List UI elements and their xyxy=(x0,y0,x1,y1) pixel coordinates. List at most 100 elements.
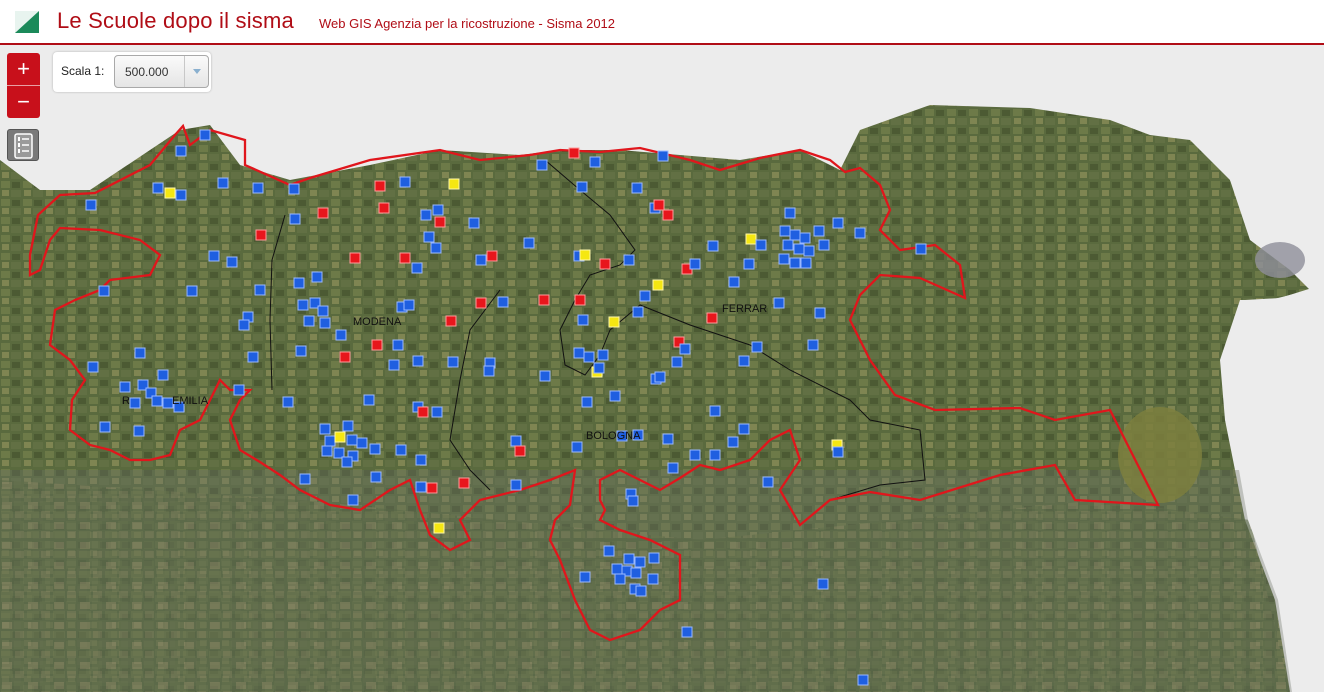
school-marker-blue[interactable] xyxy=(536,159,548,171)
school-marker-red[interactable] xyxy=(458,477,470,489)
school-marker-blue[interactable] xyxy=(709,405,721,417)
school-marker-blue[interactable] xyxy=(579,571,591,583)
school-marker-blue[interactable] xyxy=(773,297,785,309)
school-marker-red[interactable] xyxy=(662,209,674,221)
school-marker-red[interactable] xyxy=(349,252,361,264)
school-marker-blue[interactable] xyxy=(282,396,294,408)
school-marker-blue[interactable] xyxy=(186,285,198,297)
school-marker-blue[interactable] xyxy=(738,423,750,435)
school-marker-blue[interactable] xyxy=(571,441,583,453)
school-marker-blue[interactable] xyxy=(363,394,375,406)
school-marker-red[interactable] xyxy=(574,294,586,306)
school-marker-blue[interactable] xyxy=(583,351,595,363)
school-marker-blue[interactable] xyxy=(134,347,146,359)
school-marker-blue[interactable] xyxy=(252,182,264,194)
school-marker-red[interactable] xyxy=(426,482,438,494)
school-marker-blue[interactable] xyxy=(293,277,305,289)
school-marker-blue[interactable] xyxy=(346,434,358,446)
school-marker-blue[interactable] xyxy=(403,299,415,311)
school-marker-blue[interactable] xyxy=(157,369,169,381)
school-marker-blue[interactable] xyxy=(635,585,647,597)
school-marker-blue[interactable] xyxy=(510,479,522,491)
school-marker-red[interactable] xyxy=(374,180,386,192)
school-marker-blue[interactable] xyxy=(576,181,588,193)
school-marker-blue[interactable] xyxy=(510,435,522,447)
school-marker-blue[interactable] xyxy=(671,356,683,368)
chevron-down-icon[interactable] xyxy=(184,56,208,87)
school-marker-blue[interactable] xyxy=(238,319,250,331)
school-marker-blue[interactable] xyxy=(289,213,301,225)
school-marker-blue[interactable] xyxy=(321,445,333,457)
school-marker-blue[interactable] xyxy=(324,435,336,447)
school-marker-blue[interactable] xyxy=(632,306,644,318)
school-marker-blue[interactable] xyxy=(319,423,331,435)
school-marker-blue[interactable] xyxy=(175,145,187,157)
school-marker-blue[interactable] xyxy=(793,243,805,255)
school-marker-blue[interactable] xyxy=(681,626,693,638)
school-marker-blue[interactable] xyxy=(782,239,794,251)
school-marker-blue[interactable] xyxy=(738,355,750,367)
school-marker-blue[interactable] xyxy=(648,552,660,564)
school-marker-red[interactable] xyxy=(486,250,498,262)
school-marker-blue[interactable] xyxy=(689,449,701,461)
school-marker-blue[interactable] xyxy=(199,129,211,141)
school-marker-blue[interactable] xyxy=(817,578,829,590)
school-marker-blue[interactable] xyxy=(415,454,427,466)
map-canvas[interactable]: MODENA FERRAR BOLOGNA R EMILIA xyxy=(0,46,1324,692)
school-marker-blue[interactable] xyxy=(175,189,187,201)
school-marker-blue[interactable] xyxy=(483,365,495,377)
school-marker-blue[interactable] xyxy=(728,276,740,288)
school-marker-blue[interactable] xyxy=(288,183,300,195)
school-marker-blue[interactable] xyxy=(609,390,621,402)
school-marker-yellow[interactable] xyxy=(164,187,176,199)
school-marker-red[interactable] xyxy=(339,351,351,363)
school-marker-blue[interactable] xyxy=(707,240,719,252)
school-marker-yellow[interactable] xyxy=(745,233,757,245)
school-marker-blue[interactable] xyxy=(743,258,755,270)
school-marker-blue[interactable] xyxy=(630,567,642,579)
school-marker-blue[interactable] xyxy=(800,257,812,269)
school-marker-blue[interactable] xyxy=(392,339,404,351)
school-marker-blue[interactable] xyxy=(152,182,164,194)
school-marker-blue[interactable] xyxy=(634,556,646,568)
school-marker-blue[interactable] xyxy=(818,239,830,251)
school-marker-blue[interactable] xyxy=(303,315,315,327)
school-marker-blue[interactable] xyxy=(208,250,220,262)
school-marker-blue[interactable] xyxy=(814,307,826,319)
school-marker-blue[interactable] xyxy=(475,254,487,266)
school-marker-blue[interactable] xyxy=(395,444,407,456)
school-marker-blue[interactable] xyxy=(151,395,163,407)
school-marker-blue[interactable] xyxy=(432,204,444,216)
school-marker-blue[interactable] xyxy=(755,239,767,251)
legend-button[interactable] xyxy=(7,129,39,161)
school-marker-blue[interactable] xyxy=(789,229,801,241)
school-marker-blue[interactable] xyxy=(662,433,674,445)
school-marker-blue[interactable] xyxy=(751,341,763,353)
school-marker-blue[interactable] xyxy=(727,436,739,448)
school-marker-blue[interactable] xyxy=(233,384,245,396)
school-marker-blue[interactable] xyxy=(226,256,238,268)
school-marker-blue[interactable] xyxy=(789,257,801,269)
school-marker-blue[interactable] xyxy=(99,421,111,433)
zoom-in-button[interactable]: + xyxy=(7,53,40,85)
school-marker-red[interactable] xyxy=(371,339,383,351)
school-marker-blue[interactable] xyxy=(295,345,307,357)
school-marker-red[interactable] xyxy=(445,315,457,327)
school-marker-blue[interactable] xyxy=(654,371,666,383)
school-marker-blue[interactable] xyxy=(593,362,605,374)
school-marker-blue[interactable] xyxy=(523,237,535,249)
scale-select[interactable]: 500.000 xyxy=(114,55,209,88)
school-marker-blue[interactable] xyxy=(603,545,615,557)
school-marker-blue[interactable] xyxy=(370,471,382,483)
school-marker-blue[interactable] xyxy=(319,317,331,329)
school-marker-blue[interactable] xyxy=(335,329,347,341)
school-marker-blue[interactable] xyxy=(807,339,819,351)
map-view[interactable]: MODENA FERRAR BOLOGNA R EMILIA xyxy=(0,46,1324,692)
school-marker-blue[interactable] xyxy=(98,285,110,297)
school-marker-blue[interactable] xyxy=(832,446,844,458)
school-marker-yellow[interactable] xyxy=(334,431,346,443)
school-marker-red[interactable] xyxy=(399,252,411,264)
school-marker-yellow[interactable] xyxy=(448,178,460,190)
school-marker-blue[interactable] xyxy=(813,225,825,237)
school-marker-blue[interactable] xyxy=(832,217,844,229)
